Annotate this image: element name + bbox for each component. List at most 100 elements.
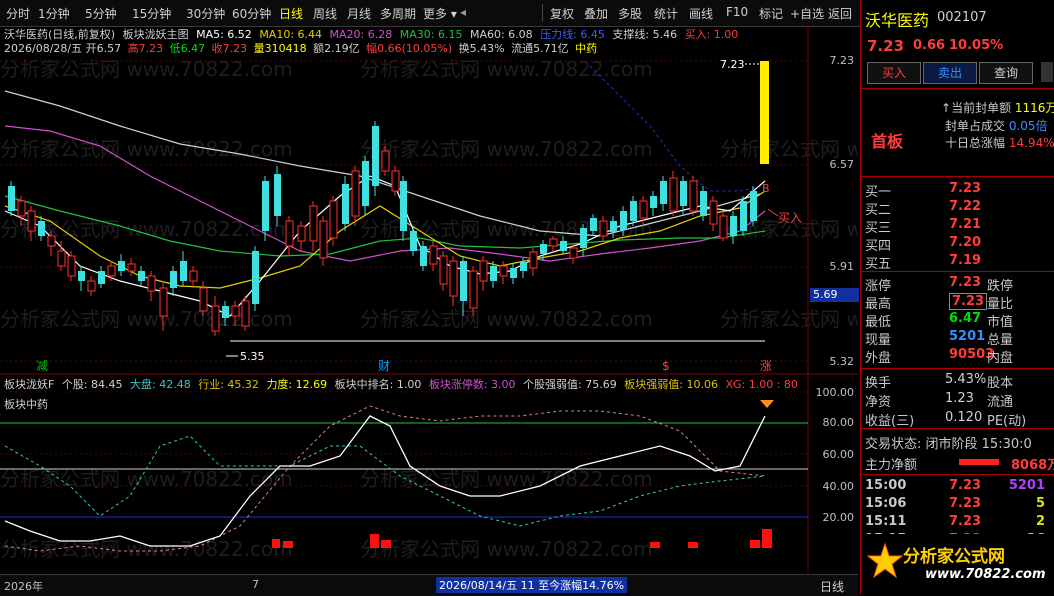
month-label: 7: [252, 578, 259, 591]
last-price-text: 7.23: [867, 37, 905, 55]
candle-body: [469, 270, 478, 309]
watermark-text: 分析家公式网 www.70822.com: [0, 467, 293, 491]
ten-day-label: 十日总涨幅: [945, 136, 1006, 150]
tab-monthly[interactable]: 月线: [347, 5, 371, 21]
candle-body: [107, 265, 116, 277]
cycle-label[interactable]: 日线: [820, 578, 844, 595]
f10-button[interactable]: F10: [726, 5, 748, 21]
fuquan-button[interactable]: 复权: [550, 5, 574, 21]
candle-body: [549, 238, 558, 247]
candle-body: [429, 245, 438, 265]
buy-button[interactable]: 买入: [867, 62, 921, 84]
overlay-button[interactable]: 叠加: [584, 5, 608, 21]
back-button[interactable]: 返回: [828, 5, 852, 21]
signal-bar: [650, 542, 660, 548]
multi-stock-button[interactable]: 多股: [618, 5, 642, 21]
sell-button[interactable]: 卖出: [923, 62, 977, 84]
stat-value: 5201: [949, 329, 986, 344]
finance-stat-row: 净资 1.23 流通: [865, 391, 1051, 410]
watermark-text: 分析家公式网 www.70822.com: [720, 307, 858, 331]
bid-row[interactable]: 买四 7.20: [865, 235, 1051, 254]
tab-30min[interactable]: 30分钟: [186, 5, 225, 21]
candle-body: [170, 271, 177, 288]
candle-body: [98, 271, 105, 284]
query-button[interactable]: 查询: [979, 62, 1033, 84]
net-flow-row: 主力净额 8068万: [865, 454, 1054, 473]
panel-scrollbar[interactable]: [1041, 62, 1053, 82]
bid-row[interactable]: 买一 7.23: [865, 181, 1051, 200]
tab-60min[interactable]: 60分钟: [232, 5, 271, 21]
bid-level: 买五: [865, 257, 892, 272]
sub-indicator-name[interactable]: 板块泷妖F: [4, 378, 54, 391]
scroll-left-icon[interactable]: ◂: [460, 5, 466, 21]
candle-body: [159, 287, 168, 317]
tab-fenshi[interactable]: 分时: [6, 5, 30, 21]
tab-daily[interactable]: 日线: [279, 5, 303, 21]
limit-up-event-marker[interactable]: 涨: [760, 358, 772, 373]
seal-ratio-row: 封单占成交 0.05倍: [945, 117, 1048, 134]
candle-body: [650, 196, 657, 208]
draw-line-button[interactable]: 画线: [689, 5, 713, 21]
candle-body: [680, 181, 687, 206]
trade-time: 15:30:0: [981, 437, 1032, 452]
year-label: 2026年: [4, 580, 43, 593]
tick-volume: 5: [1035, 496, 1045, 511]
bid-row[interactable]: 买三 7.21: [865, 217, 1051, 236]
add-watchlist-button[interactable]: +自选: [790, 5, 824, 21]
candle-body: [362, 161, 369, 206]
sub-axis-label: 100.00: [815, 386, 855, 399]
price-axis-label: 5.91: [829, 260, 855, 273]
finance-stat-row: 换手 5.43% 股本: [865, 372, 1051, 391]
stats-button[interactable]: 统计: [654, 5, 678, 21]
support-value: 支撑线: 5.46: [612, 28, 678, 41]
tick-row: 15:11 7.23 2: [865, 514, 1051, 532]
signal-bar: [688, 542, 698, 548]
candle-body: [67, 255, 76, 277]
bid-price: 7.20: [949, 235, 982, 250]
candle-body: [231, 305, 240, 317]
tick-time: 15:06: [865, 496, 907, 511]
buy-value: 买入: 1.00: [684, 28, 739, 41]
candle-body: [274, 174, 281, 216]
tab-1min[interactable]: 1分钟: [38, 5, 70, 21]
bid-row[interactable]: 买五 7.19: [865, 253, 1051, 272]
candle-body: [47, 235, 56, 247]
kline-chart-area[interactable]: 分析家公式网 www.70822.com 分析家公式网 www.70822.co…: [0, 26, 859, 574]
panel-divider: [861, 271, 1054, 272]
logo-text: 分析家公式网: [903, 547, 1005, 567]
chevron-down-icon: ▾: [447, 7, 457, 21]
tab-5min[interactable]: 5分钟: [85, 5, 117, 21]
close-value: 收7.23: [211, 42, 248, 55]
tab-weekly[interactable]: 周线: [313, 5, 337, 21]
candle-body: [540, 244, 547, 254]
candle-body: [420, 246, 427, 266]
candle-body: [439, 255, 448, 285]
buy-signal-marker: B: [762, 182, 770, 195]
high-value: 高7.23: [127, 42, 164, 55]
stat-label: 跌停: [987, 279, 1014, 294]
tab-15min[interactable]: 15分钟: [132, 5, 171, 21]
net-flow-label: 主力净额: [865, 458, 918, 473]
sub-axis-label: 40.00: [822, 480, 855, 493]
candle-body: [57, 250, 66, 267]
kline-chart[interactable]: 分析家公式网 www.70822.com 分析家公式网 www.70822.co…: [0, 26, 858, 574]
more-menu[interactable]: 更多 ▾: [423, 5, 457, 21]
stat-label: 最低: [865, 315, 892, 330]
bid-price: 7.22: [949, 199, 982, 214]
tab-multi-period[interactable]: 多周期: [380, 5, 416, 21]
sub-chart-header: 板块泷妖F 个股: 84.45 大盘: 42.48 行业: 45.32 力度: …: [4, 376, 798, 392]
range-change-info: 2026/08/14/五 11 至今涨幅14.76%: [436, 577, 628, 593]
mark-button[interactable]: 标记: [759, 5, 783, 21]
signal-bar: [283, 541, 293, 548]
stock-name: 沃华医药: [865, 11, 930, 30]
bid-row[interactable]: 买二 7.22: [865, 199, 1051, 218]
stat-label: 涨停: [865, 279, 892, 294]
candle-body: [620, 211, 627, 230]
reduce-event-marker[interactable]: 减: [36, 359, 48, 373]
dividend-event-marker[interactable]: $: [662, 359, 670, 373]
watermark-text: 分析家公式网 www.70822.com: [360, 537, 653, 561]
candle-body: [127, 263, 136, 272]
candle-body: [252, 251, 259, 304]
finance-event-marker[interactable]: 财: [378, 359, 390, 373]
stat-label: 股本: [987, 376, 1014, 391]
